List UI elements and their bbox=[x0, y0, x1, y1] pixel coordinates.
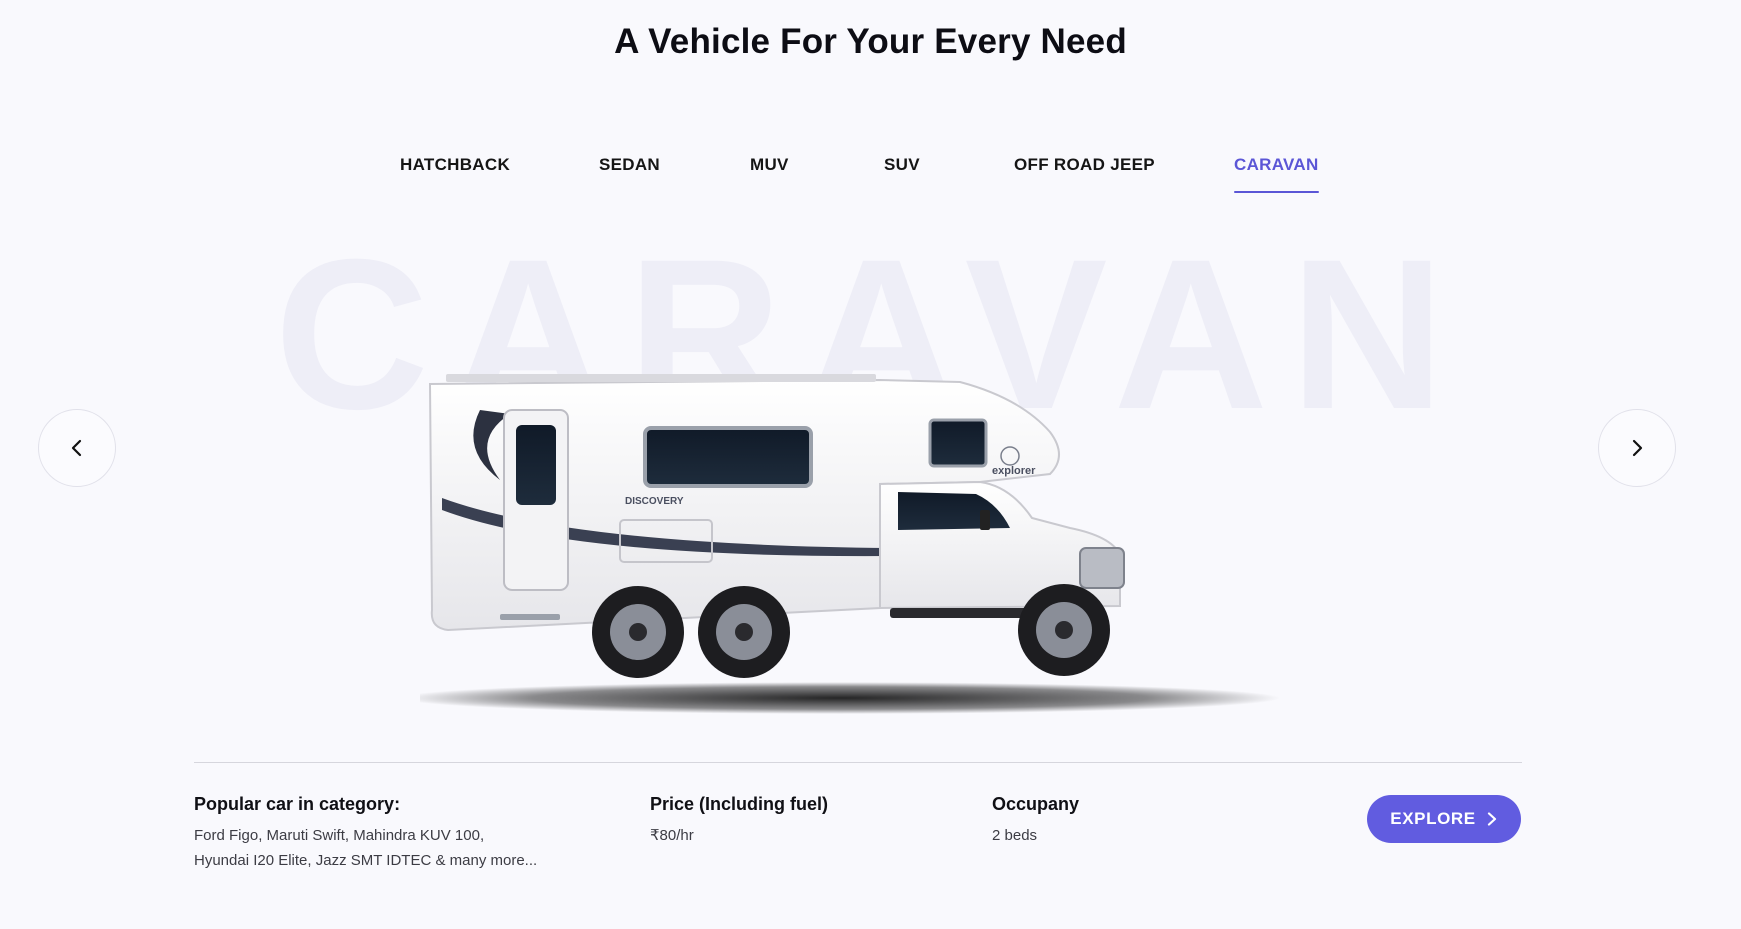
category-tabs: HATCHBACK SEDAN MUV SUV OFF ROAD JEEP CA… bbox=[0, 155, 1741, 199]
next-button[interactable] bbox=[1598, 409, 1676, 487]
tab-sedan[interactable]: SEDAN bbox=[599, 155, 660, 175]
tab-off-road-jeep[interactable]: OFF ROAD JEEP bbox=[1014, 155, 1155, 175]
side-brand-text: DISCOVERY bbox=[625, 496, 684, 507]
logo-text: explorer bbox=[992, 465, 1036, 477]
tab-muv[interactable]: MUV bbox=[750, 155, 789, 175]
popular-cars-label: Popular car in category: bbox=[194, 794, 401, 814]
front-wheel bbox=[1018, 584, 1110, 676]
popular-cars-block: Popular car in category: Ford Figo, Maru… bbox=[194, 794, 537, 873]
rear-wheel-1 bbox=[592, 586, 684, 678]
explore-label: EXPLORE bbox=[1390, 809, 1476, 828]
overcab-window bbox=[928, 418, 988, 468]
tab-hatchback[interactable]: HATCHBACK bbox=[400, 155, 510, 175]
caravan-illustration: DISCOVERY explorer bbox=[400, 374, 1280, 714]
price-block: Price (Including fuel) ₹80/hr bbox=[650, 794, 828, 848]
side-window bbox=[643, 426, 813, 488]
price-label: Price (Including fuel) bbox=[650, 794, 829, 814]
tab-caravan[interactable]: CARAVAN bbox=[1234, 155, 1319, 193]
rear-step bbox=[500, 614, 560, 620]
front-grille bbox=[1079, 547, 1125, 589]
popular-cars-line-1: Ford Figo, Maruti Swift, Mahindra KUV 10… bbox=[194, 827, 485, 844]
vehicle-image: DISCOVERY explorer bbox=[400, 370, 1320, 720]
previous-button[interactable] bbox=[38, 409, 116, 487]
side-mirror bbox=[980, 510, 990, 530]
explore-button[interactable]: EXPLORE bbox=[1367, 795, 1521, 843]
page-title: A Vehicle For Your Every Need bbox=[614, 22, 1127, 61]
tab-suv[interactable]: SUV bbox=[884, 155, 920, 175]
popular-cars-line-2: Hyundai I20 Elite, Jazz SMT IDTEC & many… bbox=[194, 852, 538, 869]
occupancy-label: Occupany bbox=[992, 794, 1080, 814]
chevron-right-icon bbox=[1632, 439, 1643, 457]
price-value: ₹80/hr bbox=[650, 827, 694, 844]
divider bbox=[194, 762, 1522, 763]
chevron-right-icon bbox=[1487, 812, 1496, 826]
roof-rail bbox=[446, 374, 876, 382]
ground-shadow bbox=[400, 682, 1280, 714]
door-window bbox=[516, 425, 556, 505]
occupancy-block: Occupany 2 beds bbox=[992, 794, 1079, 848]
rear-wheel-2 bbox=[698, 586, 790, 678]
occupancy-value: 2 beds bbox=[992, 827, 1038, 844]
chevron-left-icon bbox=[71, 439, 82, 457]
